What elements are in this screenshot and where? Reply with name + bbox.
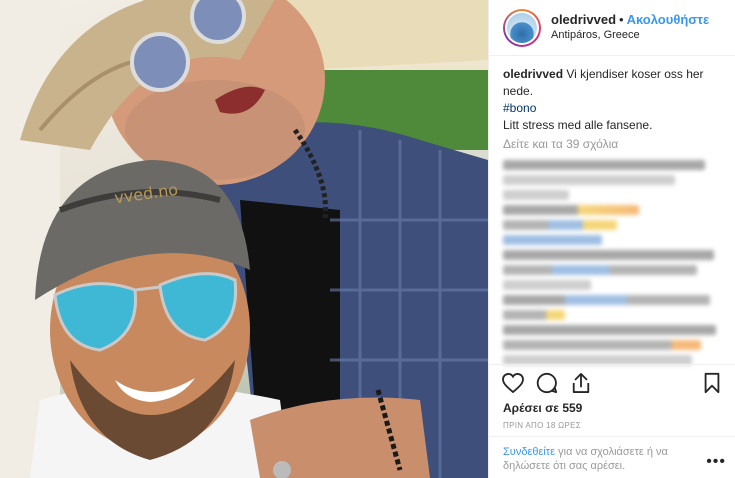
likes-count[interactable]: Αρέσει σε 559 <box>503 401 582 415</box>
header-username[interactable]: oledrivved <box>551 12 616 27</box>
blurred-comment-line <box>503 160 706 170</box>
action-bar <box>489 364 735 400</box>
follow-button[interactable]: Ακολουθήστε <box>627 12 710 27</box>
save-button[interactable] <box>700 371 724 395</box>
header-text: oledrivved • Ακολουθήστε Antipáros, Greece <box>551 12 709 43</box>
blurred-comment-line <box>503 250 715 260</box>
blurred-comment-line <box>503 220 618 230</box>
comment-button[interactable] <box>535 371 559 395</box>
caption-hashtag[interactable]: #bono <box>503 100 727 117</box>
header-user-line: oledrivved • Ακολουθήστε <box>551 12 709 28</box>
blurred-comment-line <box>503 265 697 275</box>
more-options-button[interactable]: ••• <box>706 453 726 471</box>
blurred-comment-line <box>503 235 602 245</box>
login-prompt: Συνδεθείτε για να σχολιάσετε ή να δηλώσε… <box>503 445 701 473</box>
instagram-post: vved.no oledrivved • Ακολουθήστε Antipáros… <box>0 0 735 478</box>
blurred-comment-line <box>503 205 640 215</box>
like-button[interactable] <box>501 371 525 395</box>
header-separator: • <box>619 12 624 27</box>
share-button[interactable] <box>569 371 593 395</box>
blurred-comments <box>503 160 723 365</box>
heart-icon <box>502 372 524 393</box>
share-icon <box>572 372 590 393</box>
login-footer: Συνδεθείτε για να σχολιάσετε ή να δηλώσε… <box>489 436 735 478</box>
blurred-comment-line <box>503 175 675 185</box>
post-timestamp[interactable]: ΠΡΙΝ ΑΠΟ 18 ΩΡΕΣ <box>503 421 581 430</box>
location-link[interactable]: Antipáros, Greece <box>551 28 709 43</box>
avatar[interactable] <box>505 10 539 45</box>
blurred-comment-line <box>503 310 565 320</box>
login-link[interactable]: Συνδεθείτε <box>503 446 555 458</box>
blurred-comment-line <box>503 295 710 305</box>
bookmark-icon <box>704 372 720 393</box>
blurred-comment-line <box>503 190 569 200</box>
selfie-illustration: vved.no <box>0 0 488 478</box>
post-photo[interactable]: vved.no <box>0 0 488 478</box>
blurred-comment-line <box>503 340 701 350</box>
blurred-comment-line <box>503 325 717 335</box>
post-caption: oledrivved Vi kjendiser koser oss her ne… <box>503 66 727 134</box>
comment-icon <box>536 372 558 393</box>
post-header: oledrivved • Ακολουθήστε Antipáros, Greece <box>489 0 735 56</box>
post-side-panel: oledrivved • Ακολουθήστε Antipáros, Greece… <box>488 0 735 478</box>
blurred-comment-line <box>503 280 591 290</box>
comments-area: oledrivved Vi kjendiser koser oss her ne… <box>503 66 727 370</box>
caption-text-2: Litt stress med alle fansene. <box>503 118 653 132</box>
caption-username[interactable]: oledrivved <box>503 67 563 81</box>
view-all-comments-link[interactable]: Δείτε και τα 39 σχόλια <box>503 136 727 152</box>
avatar-ring[interactable] <box>503 8 541 47</box>
